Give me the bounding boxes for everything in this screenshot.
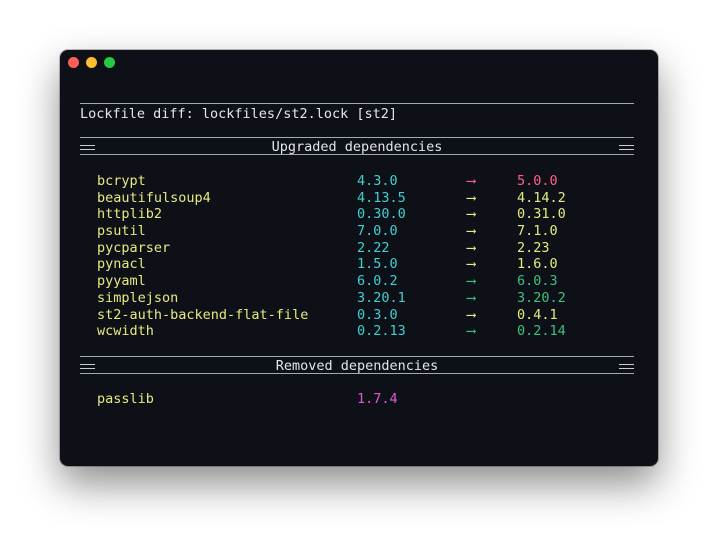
dependency-row: st2-auth-backend-flat-file 0.3.0 ⟶ 0.4.1 [97,307,637,324]
upgraded-list: bcrypt 4.3.0 ⟶ 5.0.0 beautifulsoup4 4.13.5 ⟶ 4.… [97,173,637,340]
old-version: 0.30.0 [357,206,406,223]
dependency-row: psutil 7.0.0 ⟶ 7.1.0 [97,223,637,240]
rule-icon [619,364,634,369]
arrow-icon: ⟶ [467,323,476,340]
arrow-icon: ⟶ [467,273,476,290]
arrow-icon: ⟶ [467,306,476,323]
window-controls [68,57,115,68]
divider [80,137,634,138]
arrow-icon: ⟶ [467,289,476,306]
page-title: Lockfile diff: lockfiles/st2.lock [st2] [80,106,397,122]
package-name: pycparser [97,239,171,256]
dependency-row: pycparser 2.22 ⟶ 2.23 [97,240,637,257]
old-version: 0.3.0 [357,306,398,323]
package-name: pynacl [97,256,146,273]
new-version: 0.2.14 [517,323,566,340]
minimize-button[interactable] [86,57,97,68]
old-version: 6.0.2 [357,273,398,290]
new-version: 0.31.0 [517,206,566,223]
old-version: 4.3.0 [357,173,398,189]
new-version: 3.20.2 [517,289,566,306]
package-name: bcrypt [97,173,146,189]
dependency-row: passlib 1.7.4 [97,391,637,408]
new-version: 6.0.3 [517,273,558,290]
old-version: 4.13.5 [357,189,406,206]
arrow-icon: ⟶ [467,223,476,240]
dependency-row: beautifulsoup4 4.13.5 ⟶ 4.14.2 [97,190,637,207]
arrow-icon: ⟶ [467,173,476,189]
dependency-row: wcwidth 0.2.13 ⟶ 0.2.14 [97,323,637,340]
dependency-row: pyyaml 6.0.2 ⟶ 6.0.3 [97,273,637,290]
arrow-icon: ⟶ [467,206,476,223]
removed-list: passlib 1.7.4 [97,391,637,408]
package-name: pyyaml [97,273,146,290]
arrow-icon: ⟶ [467,256,476,273]
old-version: 7.0.0 [357,223,398,240]
new-version: 5.0.0 [517,173,558,189]
package-name: st2-auth-backend-flat-file [97,306,309,323]
terminal-window: Lockfile diff: lockfiles/st2.lock [st2] … [60,50,658,466]
dependency-row: simplejson 3.20.1 ⟶ 3.20.2 [97,290,637,307]
maximize-button[interactable] [104,57,115,68]
divider [80,154,634,155]
dependency-row: bcrypt 4.3.0 ⟶ 5.0.0 [97,173,637,190]
divider [80,356,634,357]
package-name: simplejson [97,289,179,306]
package-name: httplib2 [97,206,163,223]
package-name: psutil [97,223,146,240]
divider [80,103,634,104]
old-version: 1.7.4 [357,391,398,407]
new-version: 0.4.1 [517,306,558,323]
new-version: 1.6.0 [517,256,558,273]
package-name: passlib [97,391,154,407]
package-name: wcwidth [97,323,154,340]
arrow-icon: ⟶ [467,189,476,206]
divider [80,373,634,374]
rule-icon [619,145,634,150]
dependency-row: pynacl 1.5.0 ⟶ 1.6.0 [97,256,637,273]
old-version: 3.20.1 [357,289,406,306]
close-button[interactable] [68,57,79,68]
old-version: 1.5.0 [357,256,398,273]
old-version: 2.22 [357,239,390,256]
package-name: beautifulsoup4 [97,189,211,206]
dependency-row: httplib2 0.30.0 ⟶ 0.31.0 [97,206,637,223]
new-version: 2.23 [517,239,550,256]
new-version: 7.1.0 [517,223,558,240]
old-version: 0.2.13 [357,323,406,340]
new-version: 4.14.2 [517,189,566,206]
arrow-icon: ⟶ [467,239,476,256]
